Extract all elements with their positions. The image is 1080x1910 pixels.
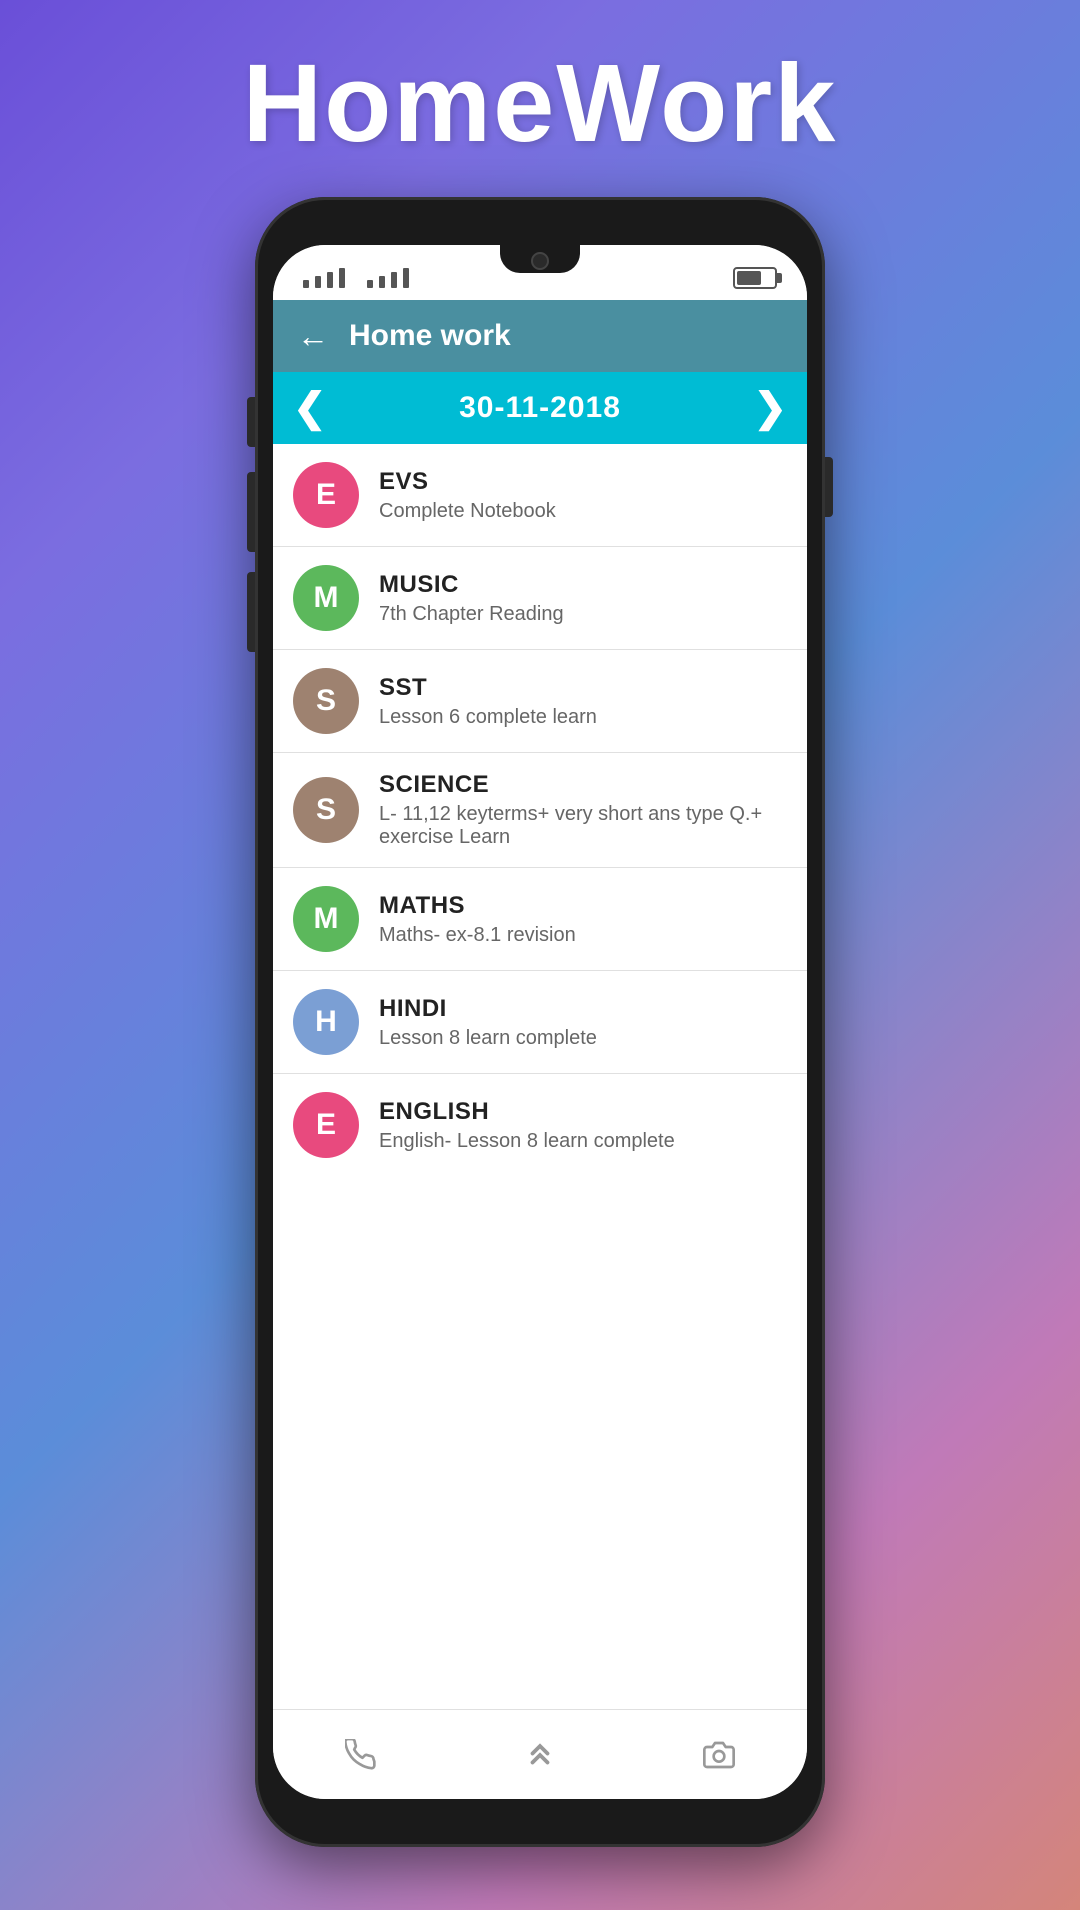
volume-up-button xyxy=(247,472,255,552)
text-hindi: HINDI Lesson 8 learn complete xyxy=(379,995,787,1050)
prev-date-button[interactable]: ❮ xyxy=(293,388,327,428)
phone-camera xyxy=(531,252,549,270)
signal-bar-2 xyxy=(315,276,321,288)
avatar-english: E xyxy=(293,1092,359,1158)
signal-bar-4 xyxy=(339,268,345,288)
list-item-evs[interactable]: E EVS Complete Notebook xyxy=(273,444,807,547)
text-evs: EVS Complete Notebook xyxy=(379,468,787,523)
app-bar-title: Home work xyxy=(349,319,511,353)
list-item-maths[interactable]: M MATHS Maths- ex-8.1 revision xyxy=(273,868,807,971)
avatar-science: S xyxy=(293,777,359,843)
detail-music: 7th Chapter Reading xyxy=(379,603,787,626)
current-date: 30-11-2018 xyxy=(459,391,621,425)
signal-bar-3 xyxy=(327,272,333,288)
signal-bar-5 xyxy=(367,280,373,288)
homework-list: E EVS Complete Notebook M MUSIC 7th Chapter R… xyxy=(273,444,807,1709)
power-button xyxy=(825,457,833,517)
volume-down-button xyxy=(247,572,255,652)
battery-fill xyxy=(737,271,761,285)
text-english: ENGLISH English- Lesson 8 learn complete xyxy=(379,1098,787,1153)
list-item-sst[interactable]: S SST Lesson 6 complete learn xyxy=(273,650,807,753)
subject-sst: SST xyxy=(379,674,787,702)
mute-button xyxy=(247,397,255,447)
text-sst: SST Lesson 6 complete learn xyxy=(379,674,787,729)
detail-sst: Lesson 6 complete learn xyxy=(379,706,787,729)
list-item-music[interactable]: M MUSIC 7th Chapter Reading xyxy=(273,547,807,650)
detail-science: L- 11,12 keyterms+ very short ans type Q… xyxy=(379,803,787,849)
subject-evs: EVS xyxy=(379,468,787,496)
camera-nav-button[interactable] xyxy=(703,1739,735,1771)
list-item-english[interactable]: E ENGLISH English- Lesson 8 learn complete xyxy=(273,1074,807,1176)
battery-indicator xyxy=(733,267,777,289)
subject-music: MUSIC xyxy=(379,571,787,599)
phone-mockup: ← Home work ❮ 30-11-2018 ❯ E EVS Complete … xyxy=(255,197,825,1847)
avatar-music: M xyxy=(293,565,359,631)
subject-english: ENGLISH xyxy=(379,1098,787,1126)
avatar-evs: E xyxy=(293,462,359,528)
subject-maths: MATHS xyxy=(379,892,787,920)
signal-bar-1 xyxy=(303,280,309,288)
avatar-sst: S xyxy=(293,668,359,734)
date-navigation: ❮ 30-11-2018 ❯ xyxy=(273,372,807,444)
phone-screen: ← Home work ❮ 30-11-2018 ❯ E EVS Complete … xyxy=(273,245,807,1799)
phone-nav-button[interactable] xyxy=(345,1739,377,1771)
text-music: MUSIC 7th Chapter Reading xyxy=(379,571,787,626)
detail-hindi: Lesson 8 learn complete xyxy=(379,1027,787,1050)
page-title: HomeWork xyxy=(243,40,838,167)
list-item-hindi[interactable]: H HINDI Lesson 8 learn complete xyxy=(273,971,807,1074)
detail-maths: Maths- ex-8.1 revision xyxy=(379,924,787,947)
text-science: SCIENCE L- 11,12 keyterms+ very short ans… xyxy=(379,771,787,849)
avatar-maths: M xyxy=(293,886,359,952)
signal-bar-8 xyxy=(403,268,409,288)
back-button[interactable]: ← xyxy=(297,318,329,355)
subject-science: SCIENCE xyxy=(379,771,787,799)
subject-hindi: HINDI xyxy=(379,995,787,1023)
signal-bar-6 xyxy=(379,276,385,288)
app-bar: ← Home work xyxy=(273,300,807,372)
avatar-hindi: H xyxy=(293,989,359,1055)
signal-bar-7 xyxy=(391,272,397,288)
detail-english: English- Lesson 8 learn complete xyxy=(379,1130,787,1153)
bottom-navigation xyxy=(273,1709,807,1799)
list-item-science[interactable]: S SCIENCE L- 11,12 keyterms+ very short an… xyxy=(273,753,807,868)
home-nav-button[interactable] xyxy=(522,1737,558,1773)
next-date-button[interactable]: ❯ xyxy=(753,388,787,428)
text-maths: MATHS Maths- ex-8.1 revision xyxy=(379,892,787,947)
signal-indicator xyxy=(303,268,409,288)
detail-evs: Complete Notebook xyxy=(379,500,787,523)
